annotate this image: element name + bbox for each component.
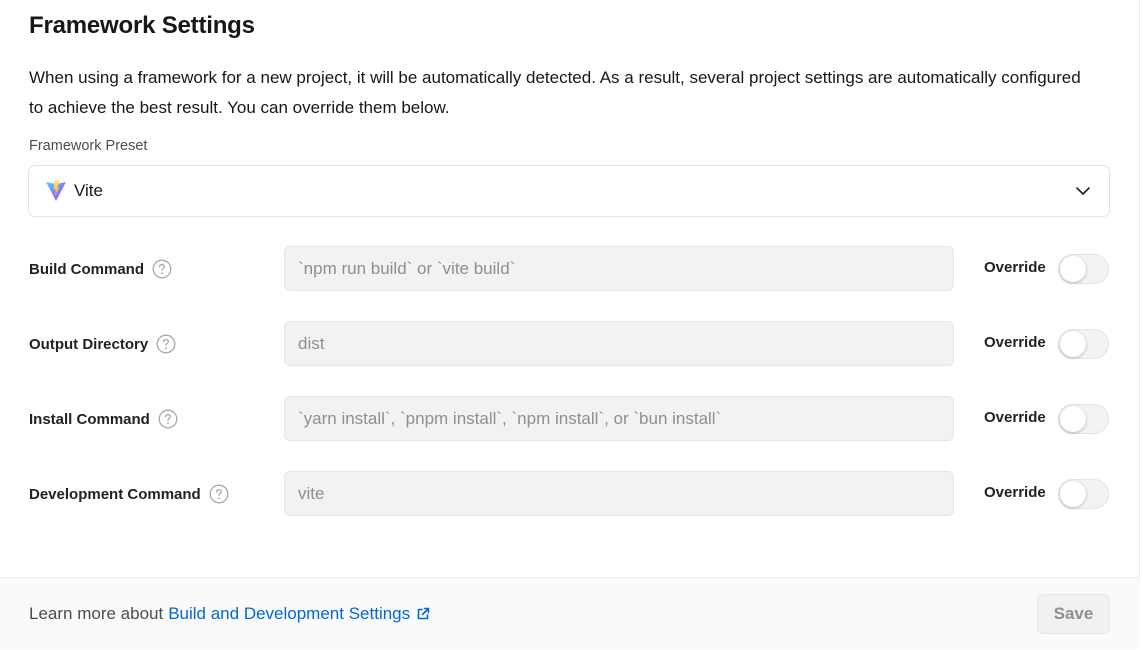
output-directory-label: Output Directory (29, 335, 149, 353)
help-icon[interactable] (156, 334, 176, 354)
build-command-input[interactable] (284, 246, 954, 291)
install-command-input[interactable] (284, 396, 954, 441)
help-icon[interactable] (152, 259, 172, 279)
build-settings-docs-link[interactable]: Build and Development Settings (168, 604, 410, 624)
output-directory-input[interactable] (284, 321, 954, 366)
framework-preset-value: Vite (74, 181, 103, 200)
build-command-row: Build Command Override (0, 246, 1140, 292)
build-command-label: Build Command (29, 260, 144, 278)
learn-more-text: Learn more about Build and Development S… (29, 604, 430, 624)
chevron-down-icon (1076, 187, 1090, 195)
install-command-row: Install Command Override (0, 396, 1140, 442)
help-icon[interactable] (158, 409, 178, 429)
settings-description: When using a framework for a new project… (29, 68, 1081, 117)
output-directory-override-toggle[interactable] (1058, 329, 1109, 359)
vite-logo-icon (46, 180, 66, 201)
output-directory-row: Output Directory Override (0, 321, 1140, 367)
learn-more-prefix: Learn more about (29, 604, 164, 623)
toggle-knob (1060, 256, 1086, 282)
external-link-icon[interactable] (416, 607, 430, 621)
save-button[interactable]: Save (1037, 594, 1110, 634)
output-directory-override-label: Override (984, 334, 1046, 351)
install-command-override-label: Override (984, 409, 1046, 426)
framework-settings-card: Framework Settings When using a framewor… (0, 0, 1140, 649)
build-command-override-toggle[interactable] (1058, 254, 1109, 284)
toggle-knob (1060, 481, 1086, 507)
development-command-label: Development Command (29, 485, 201, 503)
help-icon[interactable] (209, 484, 229, 504)
install-command-label: Install Command (29, 410, 150, 428)
development-command-row: Development Command Override (0, 471, 1140, 517)
toggle-knob (1060, 406, 1086, 432)
build-command-override-label: Override (984, 259, 1046, 276)
install-command-override-toggle[interactable] (1058, 404, 1109, 434)
framework-preset-label: Framework Preset (29, 138, 148, 154)
settings-footer: Learn more about Build and Development S… (0, 577, 1140, 649)
page-title: Framework Settings (29, 12, 255, 39)
framework-preset-select[interactable]: Vite (28, 165, 1110, 217)
toggle-knob (1060, 331, 1086, 357)
development-command-override-label: Override (984, 484, 1046, 501)
development-command-override-toggle[interactable] (1058, 479, 1109, 509)
development-command-input[interactable] (284, 471, 954, 516)
